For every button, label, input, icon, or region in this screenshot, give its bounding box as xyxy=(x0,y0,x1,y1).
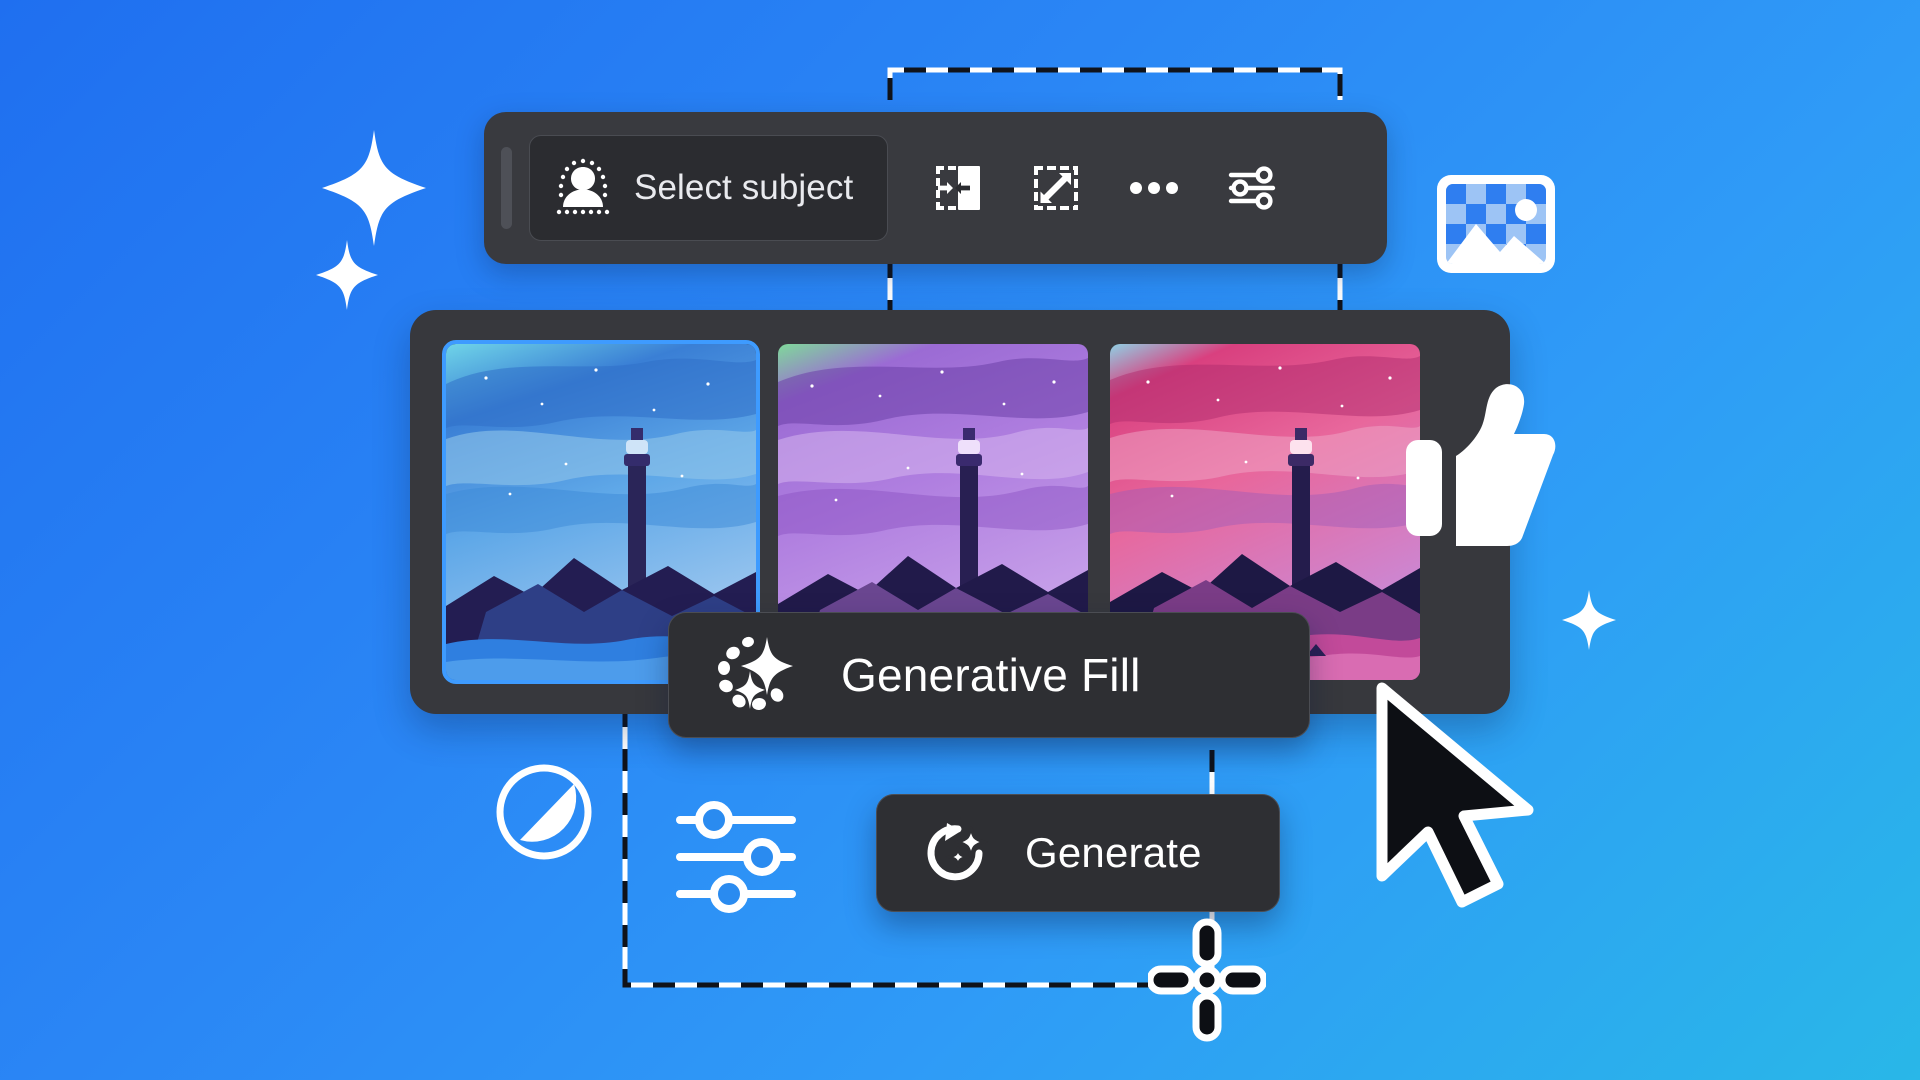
toolbar-drag-handle[interactable] xyxy=(501,147,512,229)
sparkle-large-icon xyxy=(322,130,426,246)
select-subject-icon xyxy=(554,157,612,220)
mouse-cursor-icon xyxy=(1370,680,1550,910)
generate-button[interactable]: Generate xyxy=(876,794,1280,912)
canvas-stage: Select subject Generative Fill Generate xyxy=(0,0,1920,1080)
thumbs-up-icon xyxy=(1404,378,1556,548)
generative-fill-button[interactable]: Generative Fill xyxy=(668,612,1310,738)
image-placeholder-icon[interactable] xyxy=(1434,172,1558,276)
more-options-icon[interactable] xyxy=(1128,162,1180,214)
select-subject-button[interactable]: Select subject xyxy=(529,135,889,241)
adjust-sliders-icon[interactable] xyxy=(1226,162,1278,214)
select-subject-label: Select subject xyxy=(634,168,854,207)
scale-diagonal-icon[interactable] xyxy=(1030,162,1082,214)
transform-horizontal-icon[interactable] xyxy=(932,162,984,214)
move-crosshair-icon xyxy=(1146,918,1268,1042)
sparkle-right-icon xyxy=(1562,590,1616,650)
toolbar-icon-group xyxy=(932,162,1278,214)
generate-refresh-sparkle-icon xyxy=(925,819,990,888)
contrast-icon xyxy=(494,762,594,862)
sliders-icon xyxy=(674,798,800,916)
sparkle-small-icon xyxy=(316,240,378,310)
generative-sparkle-icon xyxy=(717,633,797,718)
top-toolbar: Select subject xyxy=(484,112,1387,264)
generative-fill-label: Generative Fill xyxy=(841,649,1141,701)
generate-label: Generate xyxy=(1025,829,1202,876)
